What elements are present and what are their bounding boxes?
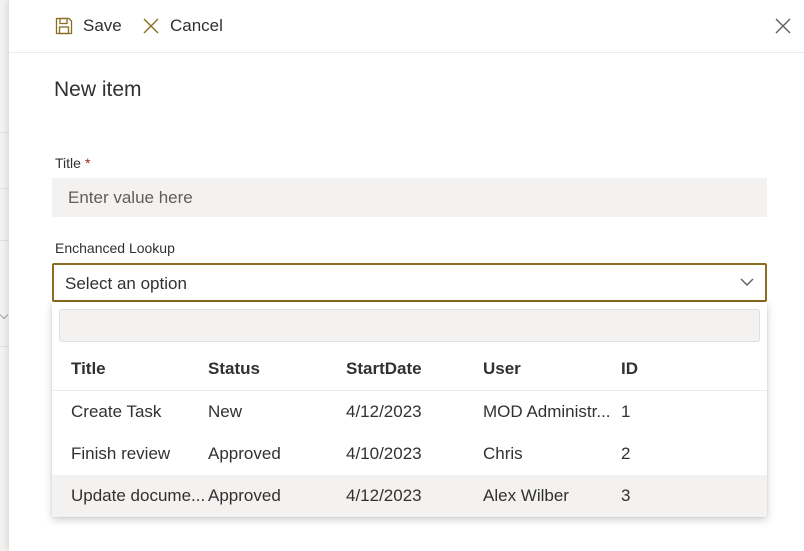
table-row[interactable]: Create Task New 4/12/2023 MOD Administr.… <box>52 391 767 433</box>
cell-user: MOD Administr... <box>483 402 611 421</box>
lookup-dropdown-placeholder: Select an option <box>65 274 187 293</box>
cell-startdate: 4/10/2023 <box>346 444 422 463</box>
column-header-user: User <box>483 359 521 378</box>
cell-id: 2 <box>621 444 631 463</box>
lookup-search-input[interactable] <box>59 309 760 342</box>
chevron-down-icon <box>0 310 9 320</box>
cell-user: Chris <box>483 444 523 463</box>
cell-id: 3 <box>621 486 631 505</box>
save-button[interactable]: Save <box>54 12 122 40</box>
close-icon <box>775 18 791 34</box>
lookup-dropdown-callout: Title Status StartDate User ID Create Ta… <box>52 302 767 517</box>
background-page <box>0 0 9 551</box>
lookup-field-label: Enchanced Lookup <box>55 240 175 256</box>
cell-status: Approved <box>208 444 281 463</box>
cancel-icon <box>141 16 161 36</box>
cell-title: Finish review <box>71 444 171 463</box>
page-title: New item <box>54 78 142 101</box>
cancel-label: Cancel <box>170 16 223 35</box>
cell-status: New <box>208 402 243 421</box>
save-icon <box>54 16 74 36</box>
table-row[interactable]: Finish review Approved 4/10/2023 Chris 2 <box>52 433 767 475</box>
title-field-label: Title * <box>55 155 90 171</box>
column-header-title: Title <box>71 359 106 378</box>
lookup-dropdown[interactable]: Select an option <box>52 263 767 302</box>
chevron-down-icon <box>740 278 754 286</box>
cell-title: Update docume... <box>71 486 206 505</box>
cell-id: 1 <box>621 402 631 421</box>
cell-startdate: 4/12/2023 <box>346 486 422 505</box>
close-button[interactable] <box>773 16 793 36</box>
edit-panel: Save Cancel New item Title* Enchanced Lo… <box>9 0 804 551</box>
lookup-table-header: Title Status StartDate User ID <box>52 348 767 391</box>
title-label-text: Title <box>55 155 81 171</box>
table-row-highlighted[interactable]: Update docume... Approved 4/12/2023 Alex… <box>52 475 767 517</box>
cancel-button[interactable]: Cancel <box>141 12 223 40</box>
column-header-id: ID <box>621 359 638 378</box>
column-header-startdate: StartDate <box>346 359 422 378</box>
cell-startdate: 4/12/2023 <box>346 402 422 421</box>
title-input[interactable] <box>52 178 767 217</box>
command-bar: Save Cancel <box>9 0 804 53</box>
required-marker: * <box>84 155 91 171</box>
cell-title: Create Task <box>71 402 162 421</box>
save-label: Save <box>83 16 122 35</box>
cell-user: Alex Wilber <box>483 486 569 505</box>
column-header-status: Status <box>208 359 260 378</box>
cell-status: Approved <box>208 486 281 505</box>
